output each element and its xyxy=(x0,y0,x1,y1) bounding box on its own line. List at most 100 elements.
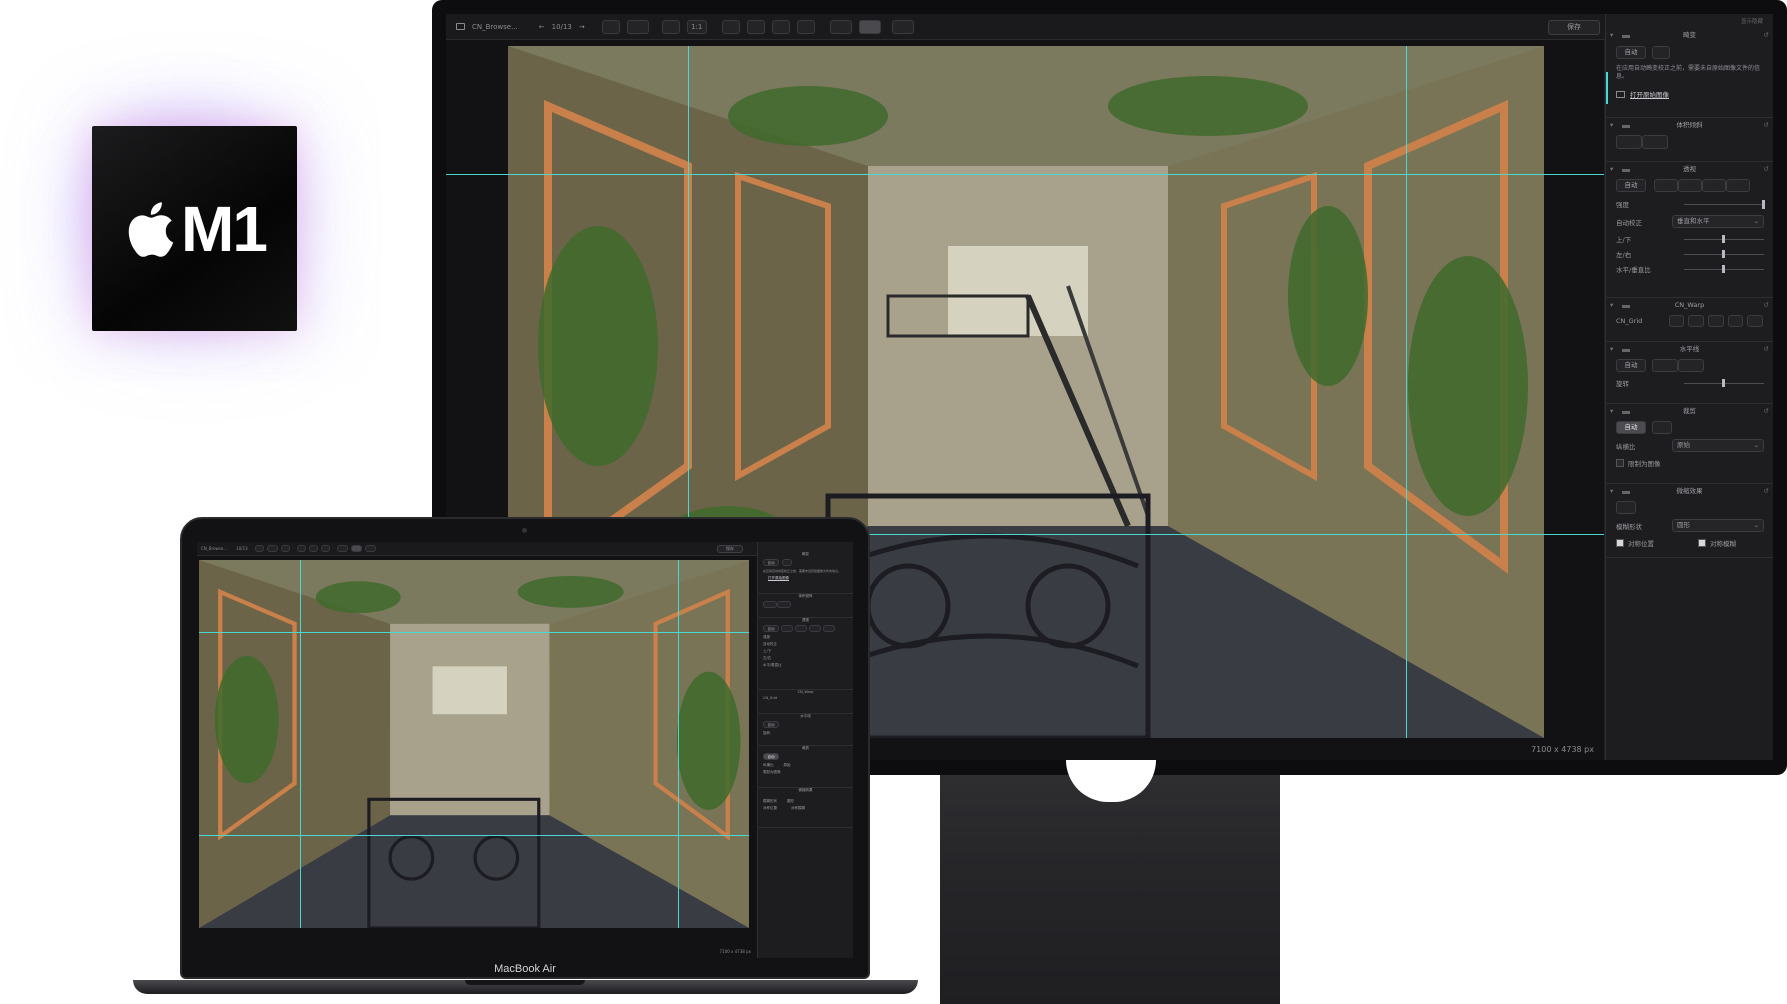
collapse-triangle-icon[interactable]: ▾ xyxy=(1610,404,1613,418)
fit-view-icon[interactable] xyxy=(661,19,680,34)
collapse-triangle-icon[interactable]: ▾ xyxy=(1610,342,1613,356)
auto-correct-select[interactable]: 垂直和水平 ⌄ xyxy=(1672,215,1764,228)
highlight-clip-icon[interactable] xyxy=(320,545,330,552)
blur-shape-select[interactable]: 圆形 xyxy=(787,799,794,804)
image-canvas[interactable]: 7100 x 4738 px xyxy=(197,556,757,958)
reset-icon[interactable]: ↺ xyxy=(1764,162,1769,176)
ratio-slider-knob[interactable] xyxy=(1722,265,1725,273)
guide-line-horizontal[interactable] xyxy=(199,835,749,836)
aspect-ratio-select[interactable]: 原始 xyxy=(784,763,791,768)
level-line-icon[interactable] xyxy=(1652,359,1678,372)
aspect-ratio-select[interactable]: 原始 ⌄ xyxy=(1672,439,1764,452)
person-tilt-icon[interactable] xyxy=(763,601,777,608)
reset-icon[interactable]: ↺ xyxy=(1764,484,1769,498)
vertical-perspective-icon[interactable] xyxy=(1654,179,1678,192)
grid-icon[interactable] xyxy=(336,545,348,552)
grid-option-icon[interactable] xyxy=(1727,315,1744,327)
fit-view-icon[interactable] xyxy=(280,545,290,552)
guide-line-vertical[interactable] xyxy=(300,560,301,928)
open-original-link[interactable]: 打开原始图像 xyxy=(1630,89,1669,99)
zoom-1to1-button[interactable]: 1:1 xyxy=(686,19,707,34)
grid-icon[interactable] xyxy=(829,19,852,34)
grid-option-icon[interactable] xyxy=(1688,315,1705,327)
folder-icon[interactable] xyxy=(456,23,465,30)
panel-header[interactable]: 显示隐藏 xyxy=(1606,14,1773,28)
guides-icon[interactable] xyxy=(350,545,362,552)
reset-icon[interactable]: ↺ xyxy=(1764,28,1769,42)
lens-icon[interactable] xyxy=(1652,46,1670,59)
split-view-icon[interactable] xyxy=(266,545,278,552)
auto-button[interactable]: 自动 xyxy=(763,625,779,632)
guides-icon[interactable] xyxy=(858,19,881,34)
auto-button[interactable]: 自动 xyxy=(1616,359,1646,372)
portrait-icon[interactable] xyxy=(777,601,791,608)
grid-option-icon[interactable] xyxy=(1668,315,1685,327)
leftright-slider-knob[interactable] xyxy=(1722,250,1725,258)
open-original-link[interactable]: 打开原始图像 xyxy=(758,574,853,583)
grid-option-icon[interactable] xyxy=(1708,315,1724,327)
auto-button[interactable]: 自动 xyxy=(1616,421,1646,434)
flip-icon[interactable] xyxy=(721,19,740,34)
rotate-slider-knob[interactable] xyxy=(1722,379,1725,387)
auto-button[interactable]: 自动 xyxy=(763,721,779,728)
crosshair-icon[interactable] xyxy=(1678,359,1704,372)
horizontal-perspective-icon[interactable] xyxy=(1678,179,1702,192)
editor-toolbar: CN_Browse... 10/13 xyxy=(197,542,853,556)
limit-to-image-checkbox[interactable] xyxy=(1616,459,1624,467)
auto-button[interactable]: 自动 xyxy=(1616,46,1646,59)
reset-icon[interactable]: ↺ xyxy=(1764,342,1769,356)
person-tilt-icon[interactable] xyxy=(1616,135,1642,149)
vertical-perspective-icon[interactable] xyxy=(781,625,793,632)
save-button[interactable]: 保存 xyxy=(717,545,743,553)
guide-line-horizontal[interactable] xyxy=(199,632,749,633)
folder-name[interactable]: CN_Browse... xyxy=(201,546,227,551)
flip-icon[interactable] xyxy=(296,545,306,552)
collapse-triangle-icon[interactable]: ▾ xyxy=(1610,118,1613,132)
save-button[interactable]: 保存 xyxy=(1548,20,1600,35)
auto-button[interactable]: 自动 xyxy=(763,559,779,566)
crop-icon[interactable] xyxy=(1652,421,1672,434)
warning-icon[interactable] xyxy=(308,545,318,552)
auto-button[interactable]: 自动 xyxy=(763,753,779,760)
rect-perspective-icon[interactable] xyxy=(1702,179,1726,192)
warning-icon[interactable] xyxy=(746,19,765,34)
folder-name[interactable]: CN_Browse... xyxy=(472,23,518,31)
portrait-icon[interactable] xyxy=(1642,135,1668,149)
prev-arrow-icon[interactable]: ← xyxy=(539,23,545,31)
compare-icon[interactable] xyxy=(601,19,620,34)
rect-perspective-icon[interactable] xyxy=(809,625,821,632)
guide-line-vertical[interactable] xyxy=(1406,46,1407,738)
split-view-icon[interactable] xyxy=(626,19,649,34)
horizontal-perspective-icon[interactable] xyxy=(795,625,807,632)
folder-open-icon[interactable] xyxy=(1616,90,1625,98)
lens-icon[interactable] xyxy=(782,559,792,566)
collapse-triangle-icon[interactable]: ▾ xyxy=(1610,162,1613,176)
reset-icon[interactable]: ↺ xyxy=(1764,118,1769,132)
updown-slider-knob[interactable] xyxy=(1722,235,1725,243)
compare-icon[interactable] xyxy=(254,545,264,552)
blur-shape-select[interactable]: 圆形 ⌄ xyxy=(1672,519,1764,532)
reset-icon[interactable]: ↺ xyxy=(1764,404,1769,418)
guide-line-horizontal[interactable] xyxy=(446,174,1604,175)
export-icon[interactable] xyxy=(364,545,376,552)
strength-slider[interactable] xyxy=(1684,204,1764,205)
free-perspective-icon[interactable] xyxy=(823,625,835,632)
collapse-triangle-icon[interactable]: ▾ xyxy=(1610,298,1613,312)
next-arrow-icon[interactable]: → xyxy=(579,23,585,31)
grid-option-icon[interactable] xyxy=(1747,315,1764,327)
symmetric-blur-checkbox[interactable] xyxy=(1698,539,1706,547)
auto-button[interactable]: 自动 xyxy=(1616,179,1646,192)
highlight-clip-icon[interactable] xyxy=(771,19,790,34)
export-icon[interactable] xyxy=(891,19,914,34)
collapse-triangle-icon[interactable]: ▾ xyxy=(1610,484,1613,498)
aspect-ratio-label: 纵横比 xyxy=(763,763,774,767)
strength-slider-knob[interactable] xyxy=(1762,200,1765,209)
tiltshift-icon[interactable] xyxy=(1616,501,1636,514)
reset-icon[interactable]: ↺ xyxy=(1764,298,1769,312)
free-perspective-icon[interactable] xyxy=(1726,179,1750,192)
symmetric-position-checkbox[interactable] xyxy=(1616,539,1624,547)
guide-line-vertical[interactable] xyxy=(678,560,679,928)
collapse-triangle-icon[interactable]: ▾ xyxy=(1610,28,1613,42)
shadow-clip-icon[interactable] xyxy=(796,19,815,34)
section-title: 体积倾斜 xyxy=(1676,121,1703,129)
